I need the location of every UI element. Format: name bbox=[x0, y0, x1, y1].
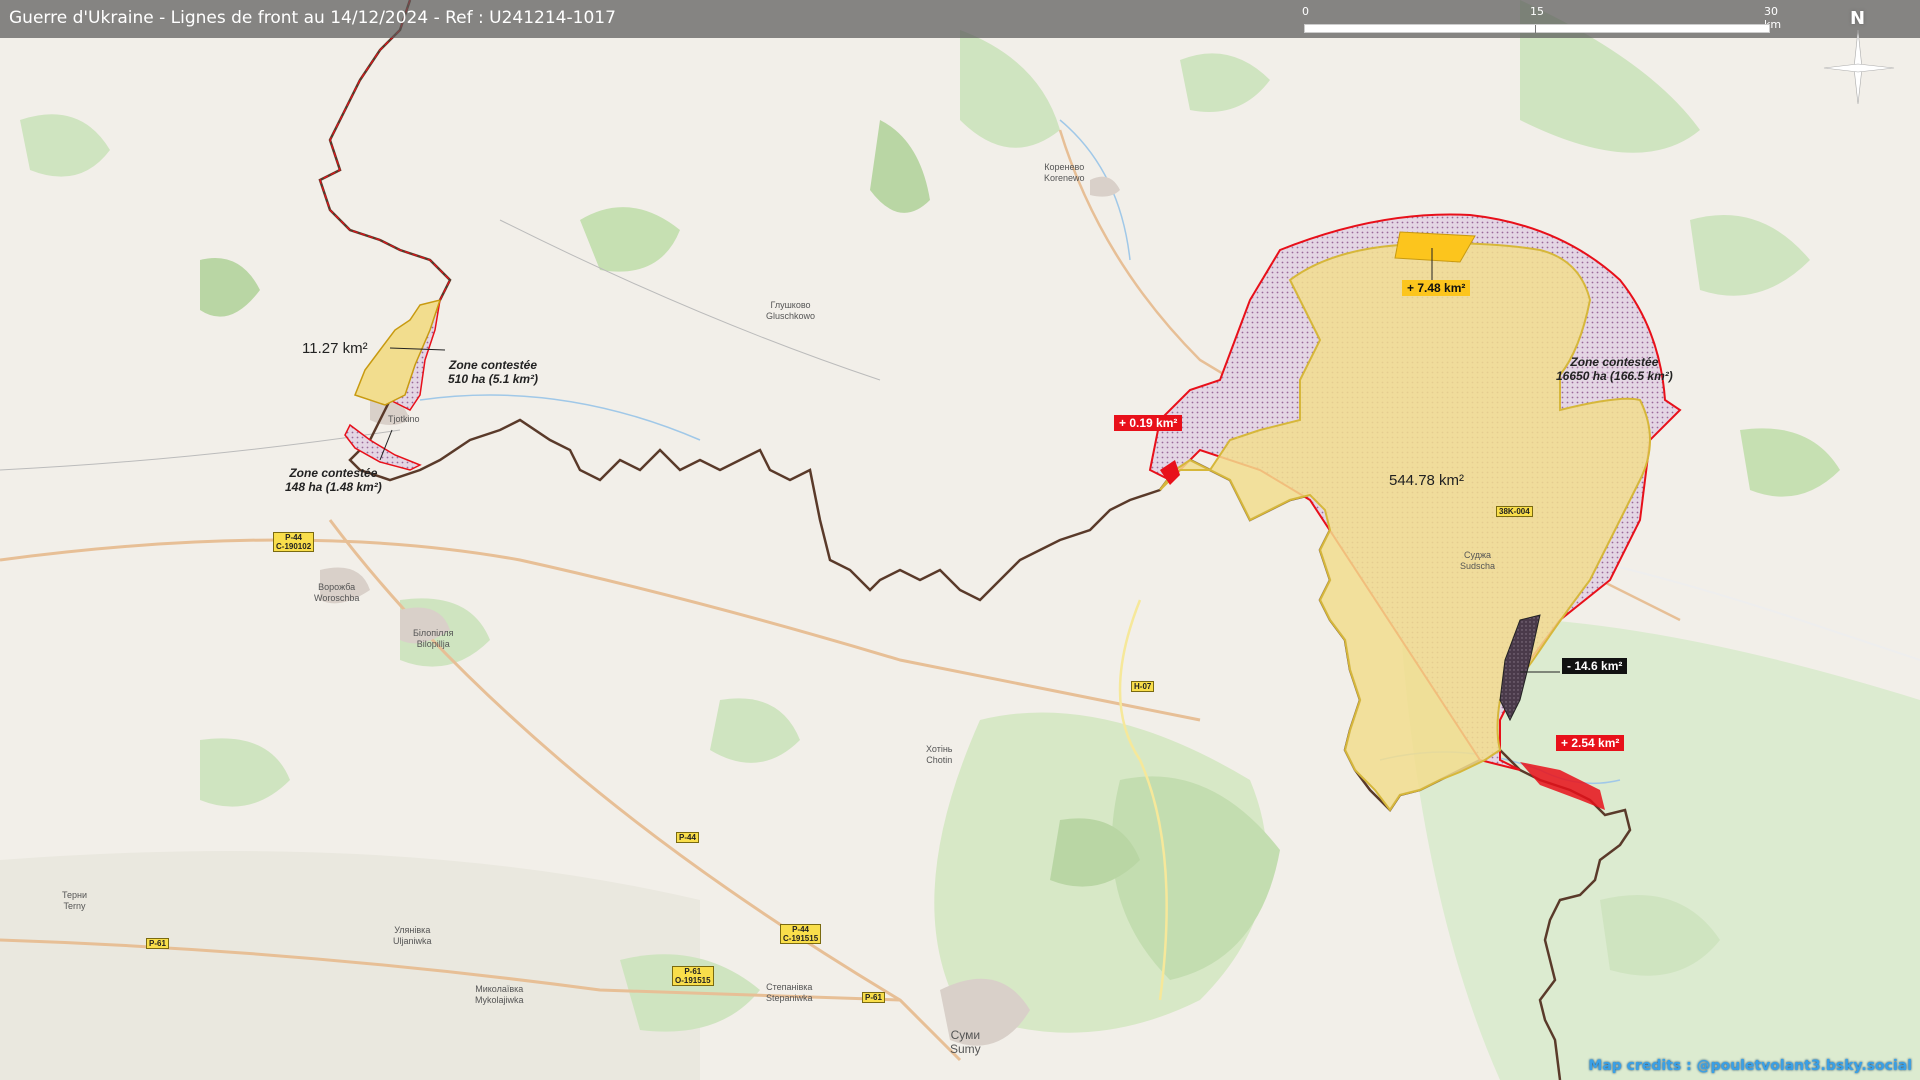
map-credits: Map credits : @pouletvolant3.bsky.social bbox=[1588, 1058, 1912, 1074]
zone-south-name: Zone contestée bbox=[289, 466, 378, 480]
town-ulianivka-lat: Uljaniwka bbox=[393, 936, 432, 946]
gain-label-yellow: + 7.48 km² bbox=[1402, 280, 1471, 296]
front-line bbox=[319, 0, 451, 301]
town-sumy-ua: Суми bbox=[950, 1028, 981, 1042]
town-khotin-ua: Хотінь bbox=[926, 744, 953, 754]
town-sumy: Суми Sumy bbox=[950, 1028, 981, 1056]
town-vorozhba-lat: Woroschba bbox=[314, 593, 360, 603]
gain-label-south: + 2.54 km² bbox=[1556, 735, 1625, 751]
zone-label-north: Zone contestée 510 ha (5.1 km²) bbox=[448, 358, 538, 386]
town-terny: Терни Terny bbox=[62, 890, 87, 912]
compass-star-icon bbox=[1823, 29, 1895, 105]
zone-label-south: Zone contestée 148 ha (1.48 km²) bbox=[285, 466, 382, 494]
scale-graduation bbox=[1304, 24, 1770, 33]
town-sudzha-lat: Sudscha bbox=[1460, 561, 1496, 571]
town-terny-ua: Терни bbox=[62, 890, 88, 900]
zone-north-name: Zone contestée bbox=[449, 358, 538, 372]
town-tyotkino: Tjotkino bbox=[388, 414, 420, 424]
town-khotin: Хотінь Chotin bbox=[926, 744, 953, 766]
town-bilopillia: Білопілля Bilopillja bbox=[413, 628, 454, 650]
town-korenevo-ua: Коренево bbox=[1044, 162, 1085, 172]
gain-area-north bbox=[1394, 231, 1476, 263]
map-title: Guerre d'Ukraine - Lignes de front au 14… bbox=[9, 8, 616, 28]
town-sudzha-ua: Суджа bbox=[1464, 550, 1491, 560]
town-korenevo: Коренево Korenewo bbox=[1044, 162, 1085, 184]
road-p44-a: P-44 bbox=[285, 533, 303, 542]
title-bar: Guerre d'Ukraine - Lignes de front au 14… bbox=[0, 0, 1920, 38]
town-terny-lat: Terny bbox=[63, 901, 86, 911]
town-sumy-lat: Sumy bbox=[950, 1042, 981, 1056]
town-ulianivka: Улянівка Uljaniwka bbox=[393, 925, 432, 947]
road-shield-p44-c191515: P-44 C-191515 bbox=[780, 924, 822, 944]
town-sudzha: Суджа Sudscha bbox=[1460, 550, 1495, 572]
town-korenevo-lat: Korenewo bbox=[1044, 173, 1085, 183]
road-shield-p61-a: P-61 bbox=[146, 938, 169, 949]
town-bilopillia-ua: Білопілля bbox=[413, 628, 454, 638]
road-p61-b: P-61 bbox=[684, 967, 702, 976]
road-shield-p44-b: P-44 bbox=[676, 832, 699, 843]
town-vorozhba-ua: Ворожба bbox=[318, 582, 356, 592]
zone-east-name: Zone contestée bbox=[1570, 355, 1659, 369]
town-stepanivka-ua: Степанівка bbox=[766, 982, 813, 992]
road-shield-38k004: 38K-004 bbox=[1496, 506, 1533, 517]
town-stepanivka: Степанівка Stepaniwka bbox=[766, 982, 813, 1004]
town-bilopillia-lat: Bilopillja bbox=[416, 639, 450, 649]
road-shield-h07: H-07 bbox=[1131, 681, 1155, 692]
town-khotin-lat: Chotin bbox=[926, 755, 953, 765]
town-ulianivka-ua: Улянівка bbox=[394, 925, 431, 935]
town-mykolaivka-lat: Mykolajiwka bbox=[475, 995, 524, 1005]
scale-label-15: 15 bbox=[1530, 5, 1544, 18]
north-arrow: N bbox=[1816, 6, 1900, 106]
road-c190102: C-190102 bbox=[276, 542, 312, 551]
scale-bar: 0 15 30 km bbox=[1302, 4, 1781, 36]
area-label-main: 544.78 km² bbox=[1389, 472, 1465, 489]
zone-label-east: Zone contestée 16650 ha (166.5 km²) bbox=[1556, 355, 1673, 383]
zone-south-size: 148 ha (1.48 km²) bbox=[285, 480, 382, 494]
scale-label-0: 0 bbox=[1302, 5, 1309, 18]
zone-north-size: 510 ha (5.1 km²) bbox=[448, 372, 539, 386]
town-mykolaivka-ua: Миколаївка bbox=[475, 984, 524, 994]
road-c191515: C-191515 bbox=[783, 934, 819, 943]
contested-zone-south bbox=[344, 423, 422, 471]
road-shield-p44-c190102: P-44 C-190102 bbox=[273, 532, 315, 552]
loss-label: - 14.6 km² bbox=[1562, 658, 1628, 674]
gain-label-west: + 0.19 km² bbox=[1114, 415, 1183, 431]
town-stepanivka-lat: Stepaniwka bbox=[766, 993, 813, 1003]
road-o191515: O-191515 bbox=[675, 976, 711, 985]
road-shield-p61-c: P-61 bbox=[862, 992, 885, 1003]
town-glushkovo-ua: Глушково bbox=[770, 300, 811, 310]
town-glushkovo: Глушково Gluschkowo bbox=[766, 300, 815, 322]
town-vorozhba: Ворожба Woroschba bbox=[314, 582, 359, 604]
zone-east-size: 16650 ha (166.5 km²) bbox=[1556, 369, 1673, 383]
town-glushkovo-lat: Gluschkowo bbox=[766, 311, 816, 321]
town-mykolaivka: Миколаївка Mykolajiwka bbox=[475, 984, 524, 1006]
road-p44-c: P-44 bbox=[792, 925, 810, 934]
area-label-west: 11.27 km² bbox=[302, 340, 368, 357]
road-shield-p61-o191515: P-61 O-191515 bbox=[672, 966, 714, 986]
